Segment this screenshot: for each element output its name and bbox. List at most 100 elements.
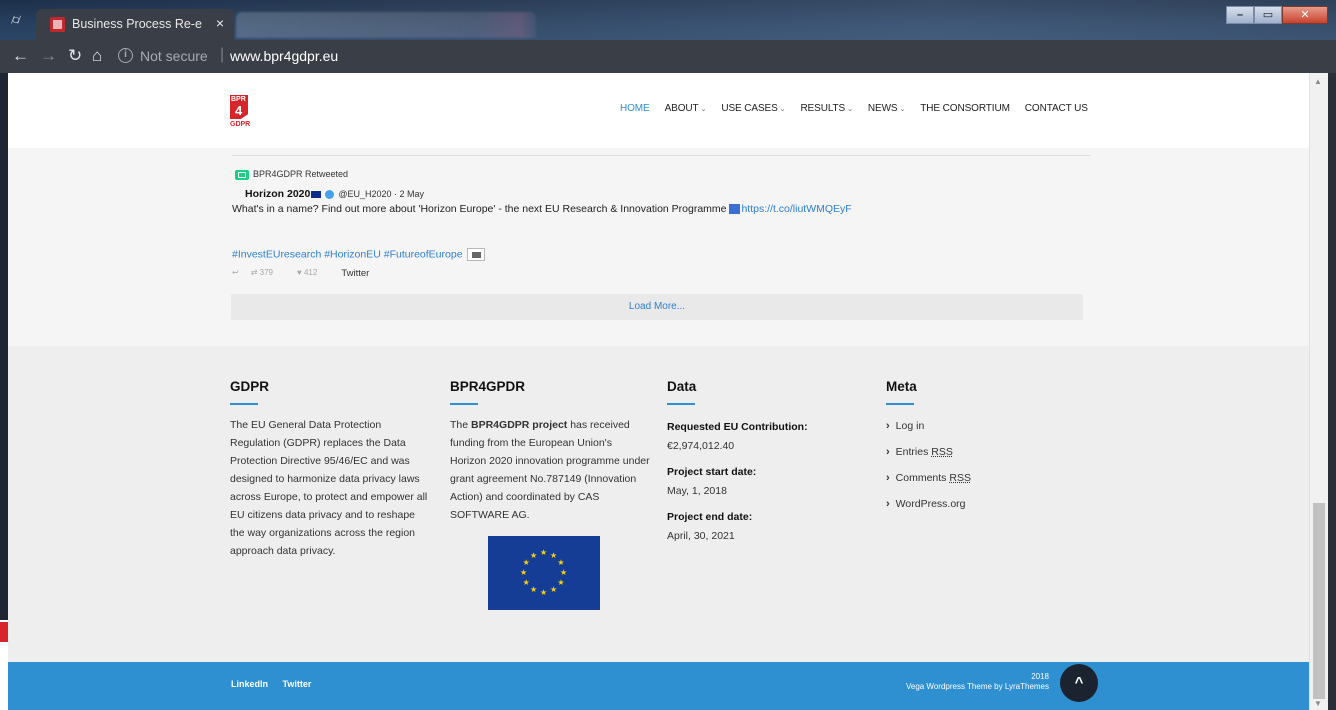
address-bar[interactable]: i Not secure | www.bpr4gdpr.eu [118, 46, 1298, 68]
back-to-top-button[interactable]: ^ [1060, 664, 1098, 702]
bpr-heading: BPR4GPDR [450, 379, 526, 394]
tab-close-icon[interactable]: × [216, 15, 224, 31]
heading-underline [450, 403, 478, 405]
meta-login-link[interactable]: › Log in [886, 419, 1046, 434]
copyright-year: 2018 [1031, 672, 1049, 681]
scroll-down-icon[interactable]: ▼ [1314, 699, 1322, 708]
tweet-author[interactable]: Horizon 2020 @EU_H2020 · 2 May [245, 188, 424, 200]
nav-use-cases[interactable]: USE CASES ⌄ [721, 103, 785, 114]
tweet-source[interactable]: Twitter [341, 268, 369, 279]
meta-comments-abbr: RSS [949, 472, 971, 484]
minimize-button[interactable]: – [1226, 6, 1254, 24]
like-count-value: 412 [303, 268, 318, 277]
like-count[interactable]: ♥ 412 [297, 268, 329, 279]
browser-tab-inactive[interactable] [236, 12, 536, 38]
window-edge [1328, 73, 1336, 710]
footer-bpr: BPR4GPDR The BPR4GDPR project has receiv… [450, 379, 650, 524]
nav-home[interactable]: HOME [620, 103, 650, 114]
browser-titlebar: ⌭ Business Process Re-engi × – ▭ ✕ [0, 0, 1336, 40]
social-links: LinkedIn Twitter [231, 679, 323, 689]
start-date-label: Project start date: [667, 466, 757, 478]
home-icon[interactable]: ⌂ [92, 47, 102, 65]
eu-star: ★ [550, 585, 558, 595]
chevron-right-icon: › [886, 446, 890, 458]
close-window-button[interactable]: ✕ [1282, 6, 1328, 24]
eu-star: ★ [550, 550, 558, 560]
heading-underline [230, 403, 258, 405]
footer-meta: Meta › Log in › Entries RSS › Comments RSS … [886, 379, 1046, 512]
eu-star: ★ [522, 578, 530, 587]
site-logo[interactable]: BPR 4 GDPR [230, 95, 251, 129]
verified-icon [325, 189, 335, 199]
link-arrow-icon [729, 204, 741, 215]
forward-icon[interactable]: → [40, 47, 57, 65]
url-separator: | [220, 46, 225, 63]
maximize-button[interactable]: ▭ [1254, 6, 1282, 24]
twitter-link[interactable]: Twitter [283, 679, 312, 689]
meta-entries-label: Entries [895, 446, 932, 458]
nav-consortium[interactable]: THE CONSORTIUM [920, 103, 1010, 114]
nav-home-label: HOME [620, 103, 650, 114]
tweet-hashtags[interactable]: #InvestEUresearch #HorizonEU #FutureofEu… [232, 248, 485, 261]
site-header: BPR 4 GDPR HOME ABOUT ⌄ USE CASES ⌄ RESULT… [8, 73, 1309, 148]
footer-gdpr: GDPR The EU General Data Protection Regu… [230, 379, 430, 560]
tab-title: Business Process Re-engi [72, 17, 202, 31]
tab-favicon [50, 17, 65, 32]
nav-news[interactable]: NEWS ⌄ [868, 103, 905, 114]
scroll-up-icon[interactable]: ▲ [1314, 77, 1322, 86]
meta-wordpress-label: WordPress.org [895, 498, 966, 510]
end-date-value: April, 30, 2021 [667, 530, 735, 542]
scrollbar-thumb[interactable] [1313, 503, 1325, 699]
meta-entries-abbr: RSS [931, 446, 953, 458]
logo-text-bottom: GDPR [230, 121, 251, 128]
bpr-text-pre: The [450, 419, 472, 431]
browser-tab-active[interactable]: Business Process Re-engi × [36, 9, 234, 40]
bpr-text-post: has received funding from the European U… [450, 419, 650, 521]
eu-star: ★ [522, 558, 530, 567]
nav-about[interactable]: ABOUT ⌄ [665, 103, 707, 114]
meta-comments-rss-link[interactable]: › Comments RSS [886, 471, 1046, 486]
main-nav: HOME ABOUT ⌄ USE CASES ⌄ RESULTS ⌄ NEWS ⌄ TH… [620, 103, 1103, 114]
nav-contact[interactable]: CONTACT US [1025, 103, 1088, 114]
hashtags-text[interactable]: #InvestEUresearch #HorizonEU #FutureofEu… [232, 248, 463, 260]
load-more-button[interactable]: Load More... [231, 294, 1083, 320]
bpr-text: The BPR4GDPR project has received fundin… [450, 416, 650, 524]
eu-star: ★ [530, 585, 538, 595]
heading-underline [667, 403, 695, 405]
nav-consortium-label: THE CONSORTIUM [920, 103, 1010, 114]
chevron-right-icon: › [886, 498, 890, 510]
chevron-down-icon: ⌄ [700, 106, 707, 113]
back-icon[interactable]: ← [12, 47, 29, 65]
reload-icon[interactable]: ↻ [68, 47, 82, 65]
end-date-label: Project end date: [667, 511, 753, 523]
eu-flag-icon [311, 190, 322, 198]
nav-about-label: ABOUT [664, 103, 699, 114]
site-footer: GDPR The EU General Data Protection Regu… [8, 346, 1309, 662]
retweet-icon [235, 170, 249, 180]
theme-credit-text[interactable]: Vega Wordpress Theme by LyraThemes [906, 682, 1049, 692]
chevron-down-icon: ⌄ [847, 106, 853, 113]
chevron-right-icon: › [886, 472, 890, 484]
meta-entries-rss-link[interactable]: › Entries RSS [886, 445, 1046, 460]
eu-star: ★ [530, 550, 538, 560]
linkedin-link[interactable]: LinkedIn [231, 679, 268, 689]
nav-contact-label: CONTACT US [1024, 103, 1088, 114]
meta-wordpress-link[interactable]: › WordPress.org [886, 497, 1046, 512]
gdpr-heading: GDPR [230, 379, 270, 394]
theme-credit: 2018 Vega Wordpress Theme by LyraThemes [906, 672, 1049, 692]
tweet-link[interactable]: https://t.co/liutWMQEyF [741, 203, 851, 215]
retweet-count[interactable]: ⇄ 379 [251, 268, 285, 279]
nav-news-label: NEWS [867, 103, 898, 114]
page-scrollbar[interactable]: ▲ ▼ [1309, 73, 1328, 710]
url-text[interactable]: www.bpr4gdpr.eu [230, 48, 338, 64]
eu-star: ★ [540, 588, 548, 597]
tweet-body: What's in a name? Find out more about 'H… [232, 203, 730, 215]
nav-results[interactable]: RESULTS ⌄ [800, 103, 853, 114]
info-icon[interactable]: i [118, 48, 133, 63]
page-viewport: BPR 4 GDPR HOME ABOUT ⌄ USE CASES ⌄ RESULT… [8, 73, 1309, 710]
reply-icon[interactable]: ↩ [232, 268, 239, 279]
image-icon[interactable] [466, 248, 485, 261]
logo-text-top: BPR [231, 96, 246, 103]
logo-text-mid: 4 [235, 103, 243, 118]
meta-heading: Meta [886, 379, 917, 394]
